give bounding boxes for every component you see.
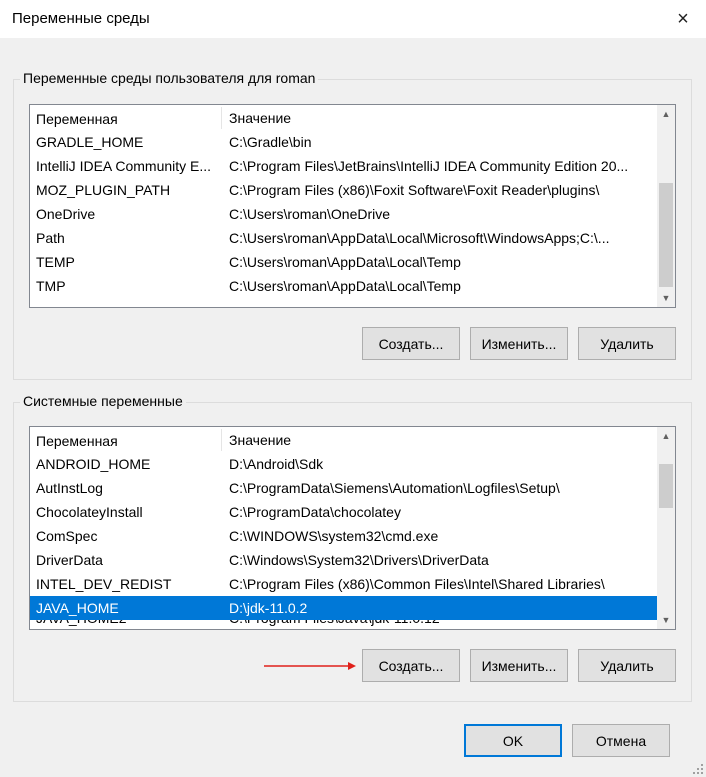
var-value: D:\Android\Sdk [229,456,324,472]
var-value: C:\Program Files (x86)\Common Files\Inte… [229,576,605,592]
user-vars-group-label: Переменные среды пользователя для roman [20,70,319,86]
scroll-thumb[interactable] [659,464,673,508]
var-value: C:\Users\roman\OneDrive [229,206,391,222]
var-name: TEMP [36,254,75,270]
table-row[interactable]: IntelliJ IDEA Community E... C:\Program … [30,154,657,178]
table-row[interactable]: GRADLE_HOME C:\Gradle\bin [30,130,657,154]
column-header-value[interactable]: Значение [229,106,651,130]
var-value: D:\jdk-11.0.2 [229,600,308,616]
system-create-button[interactable]: Создать... [362,649,460,682]
column-header-name[interactable]: Переменная [36,107,222,129]
var-value: C:\Users\roman\AppData\Local\Microsoft\W… [229,230,610,246]
var-name: AutInstLog [36,480,103,496]
var-value: C:\Program Files\Java\jdk-11.0.12 [229,620,651,629]
var-name: TMP [36,278,66,294]
table-row[interactable]: Path C:\Users\roman\AppData\Local\Micros… [30,226,657,250]
size-grip-icon[interactable] [692,763,704,775]
table-row[interactable]: ChocolateyInstall C:\ProgramData\chocola… [30,500,657,524]
var-value: C:\Windows\System32\Drivers\DriverData [229,552,489,568]
system-vars-scrollbar[interactable]: ▲ ▼ [657,427,675,629]
user-vars-list[interactable]: Переменная Значение GRADLE_HOME C:\Gradl… [29,104,676,308]
var-value: C:\ProgramData\chocolatey [229,504,401,520]
table-row[interactable]: JAVA_HOME2 C:\Program Files\Java\jdk-11.… [30,620,657,629]
var-value: C:\Users\roman\AppData\Local\Temp [229,278,461,294]
system-vars-list[interactable]: Переменная Значение ANDROID_HOME D:\Andr… [29,426,676,630]
title-bar: Переменные среды × [0,0,706,38]
system-delete-button[interactable]: Удалить [578,649,676,682]
var-name: IntelliJ IDEA Community E... [36,158,212,174]
table-row[interactable]: ANDROID_HOME D:\Android\Sdk [30,452,657,476]
user-vars-scrollbar[interactable]: ▲ ▼ [657,105,675,307]
scroll-up-arrow-icon[interactable]: ▲ [657,427,675,445]
table-row[interactable]: TEMP C:\Users\roman\AppData\Local\Temp [30,250,657,274]
user-delete-button[interactable]: Удалить [578,327,676,360]
close-icon[interactable]: × [660,0,706,38]
table-row[interactable]: INTEL_DEV_REDIST C:\Program Files (x86)\… [30,572,657,596]
user-edit-button[interactable]: Изменить... [470,327,568,360]
var-name: OneDrive [36,206,96,222]
scroll-down-arrow-icon[interactable]: ▼ [657,611,675,629]
system-edit-button[interactable]: Изменить... [470,649,568,682]
table-row[interactable]: DriverData C:\Windows\System32\Drivers\D… [30,548,657,572]
user-create-button[interactable]: Создать... [362,327,460,360]
scroll-down-arrow-icon[interactable]: ▼ [657,289,675,307]
var-value: C:\WINDOWS\system32\cmd.exe [229,528,439,544]
table-row-selected[interactable]: JAVA_HOME D:\jdk-11.0.2 [30,596,657,620]
column-header-name[interactable]: Переменная [36,429,222,451]
var-value: C:\Users\roman\AppData\Local\Temp [229,254,461,270]
var-value: C:\Gradle\bin [229,134,312,150]
system-vars-header: Переменная Значение [30,428,657,452]
table-row[interactable]: TMP C:\Users\roman\AppData\Local\Temp [30,274,657,298]
var-name: ANDROID_HOME [36,456,151,472]
var-name: ChocolateyInstall [36,504,143,520]
var-value: C:\Program Files\JetBrains\IntelliJ IDEA… [229,158,629,174]
system-vars-group-label: Системные переменные [20,393,186,409]
var-value: C:\ProgramData\Siemens\Automation\Logfil… [229,480,560,496]
column-header-value[interactable]: Значение [229,428,651,452]
user-vars-header: Переменная Значение [30,106,657,130]
cancel-button[interactable]: Отмена [572,724,670,757]
var-name: JAVA_HOME [36,600,119,616]
table-row[interactable]: OneDrive C:\Users\roman\OneDrive [30,202,657,226]
table-row[interactable]: MOZ_PLUGIN_PATH C:\Program Files (x86)\F… [30,178,657,202]
scroll-up-arrow-icon[interactable]: ▲ [657,105,675,123]
ok-button[interactable]: OK [464,724,562,757]
table-row[interactable]: AutInstLog C:\ProgramData\Siemens\Automa… [30,476,657,500]
var-name: GRADLE_HOME [36,134,144,150]
red-arrow-icon [264,662,356,670]
var-name: ComSpec [36,528,98,544]
var-value: C:\Program Files (x86)\Foxit Software\Fo… [229,182,600,198]
var-name: MOZ_PLUGIN_PATH [36,182,171,198]
window-title: Переменные среды [12,10,150,27]
var-name: JAVA_HOME2 [36,620,222,629]
var-name: DriverData [36,552,103,568]
var-name: Path [36,230,65,246]
var-name: INTEL_DEV_REDIST [36,576,172,592]
table-row[interactable]: ComSpec C:\WINDOWS\system32\cmd.exe [30,524,657,548]
scroll-thumb[interactable] [659,183,673,287]
